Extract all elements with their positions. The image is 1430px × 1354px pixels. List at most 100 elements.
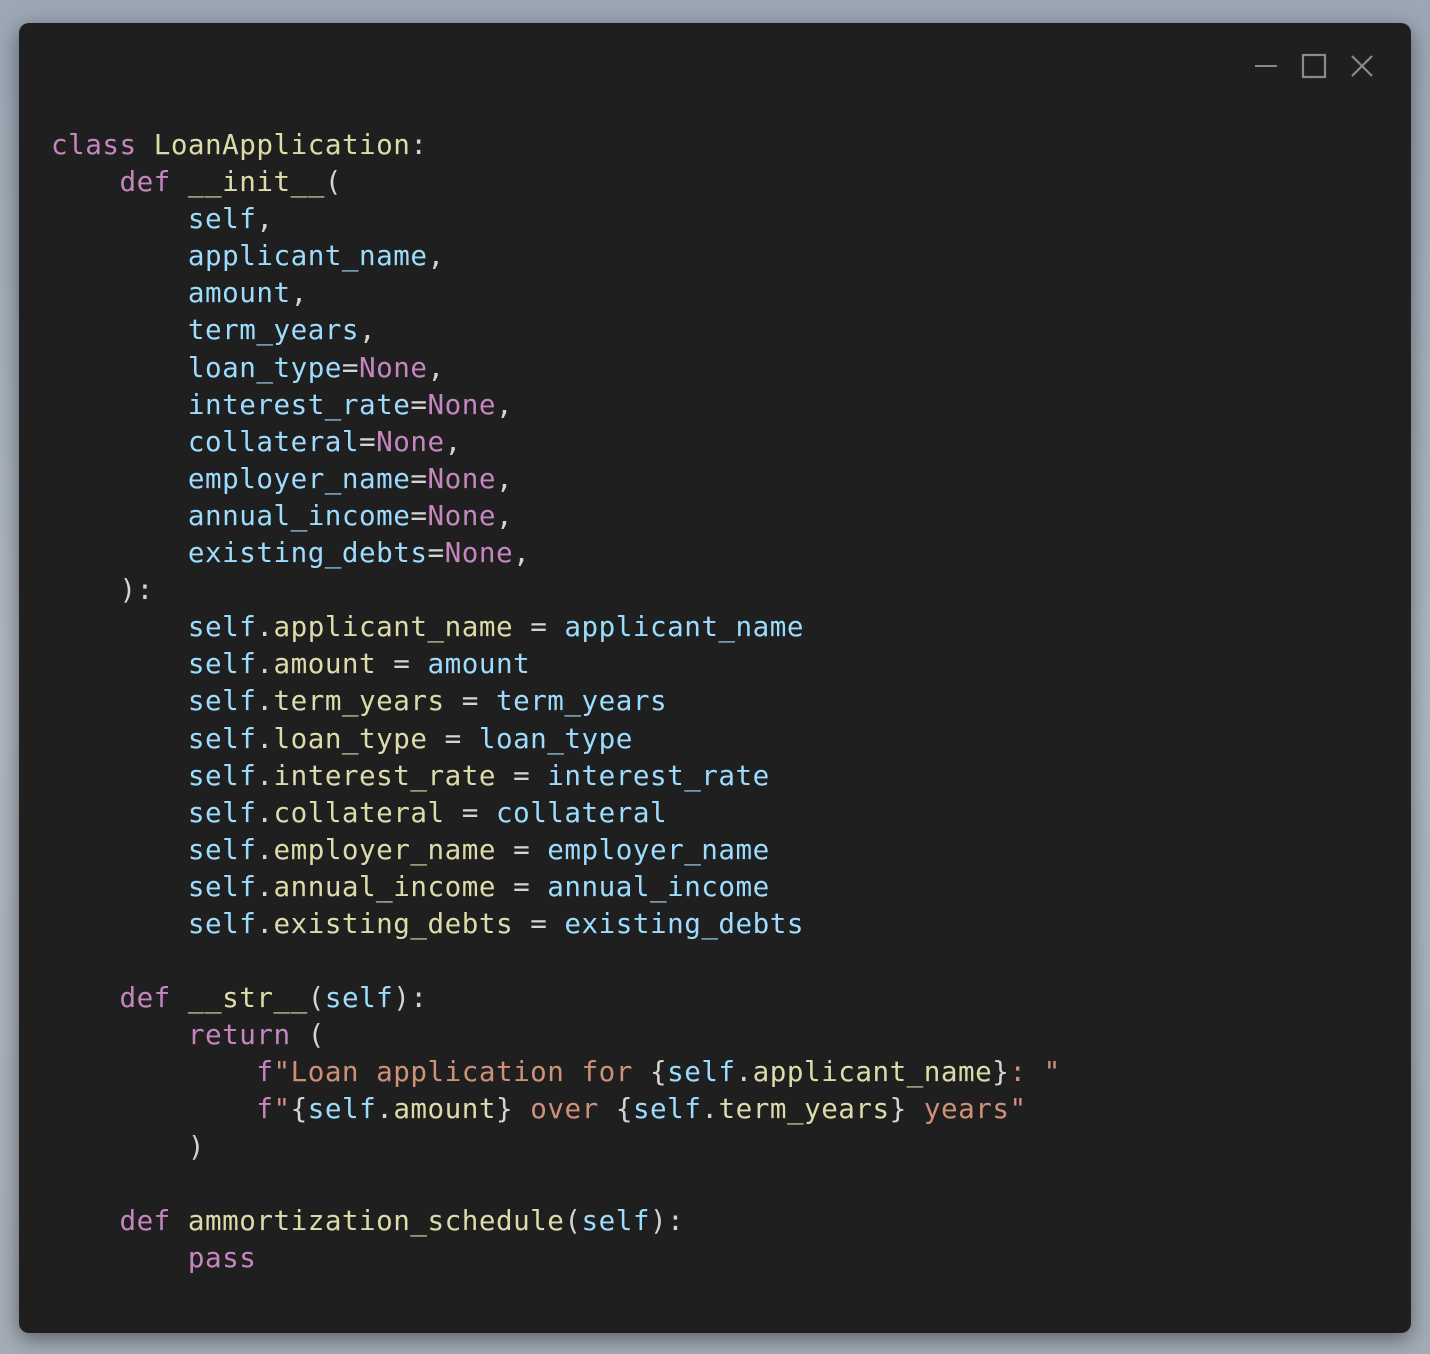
- code-token: return: [187, 1018, 291, 1052]
- code-token: :: [410, 128, 428, 161]
- code-line: def __str__(self):: [51, 979, 1061, 1016]
- code-token: ,: [495, 387, 514, 421]
- code-line: amount,: [51, 274, 1061, 311]
- code-token: .: [256, 795, 274, 829]
- code-token: ,: [427, 239, 445, 273]
- code-token: =: [359, 424, 377, 458]
- code-token: self: [307, 1092, 377, 1126]
- code-token: employer_name: [187, 461, 411, 495]
- code-token: (: [307, 981, 325, 1015]
- code-token: amount: [427, 647, 531, 681]
- code-token: self: [187, 795, 257, 829]
- code-token: ):: [393, 981, 428, 1015]
- code-token: annual_income: [547, 869, 770, 903]
- code-token: LoanApplication: [153, 128, 411, 161]
- code-token: interest_rate: [273, 758, 496, 792]
- code-token: existing_debts: [273, 906, 514, 940]
- code-token: f: [256, 1055, 274, 1089]
- code-line: interest_rate=None,: [51, 386, 1061, 423]
- code-token: self: [187, 647, 257, 681]
- code-token: ,: [495, 461, 514, 495]
- close-icon[interactable]: [1349, 53, 1375, 79]
- code-token: {: [290, 1092, 308, 1126]
- code-token: =: [410, 461, 428, 495]
- code-token: =: [444, 684, 496, 718]
- code-token: self: [187, 610, 257, 644]
- maximize-icon[interactable]: [1301, 53, 1327, 79]
- code-line: self.amount = amount: [51, 645, 1061, 682]
- code-token: =: [427, 536, 445, 570]
- code-token: =: [513, 906, 565, 940]
- code-token: annual_income: [187, 498, 411, 532]
- code-token: ):: [51, 573, 154, 607]
- code-token: existing_debts: [187, 536, 428, 570]
- code-token: amount: [273, 647, 377, 681]
- code-line: ):: [51, 571, 1061, 608]
- code-block[interactable]: class LoanApplication: def __init__( sel…: [51, 126, 1061, 1276]
- code-line: self.loan_type = loan_type: [51, 720, 1061, 757]
- minimize-icon[interactable]: [1253, 53, 1279, 79]
- code-token: =: [376, 647, 428, 681]
- code-line: f"Loan application for {self.applicant_n…: [51, 1053, 1061, 1090]
- code-token: self: [581, 1203, 650, 1237]
- code-token: .: [256, 832, 274, 866]
- code-token: (: [290, 1018, 325, 1052]
- code-token: (: [324, 165, 342, 199]
- code-token: self: [187, 869, 257, 903]
- code-line: existing_debts=None,: [51, 534, 1061, 571]
- code-token: self: [667, 1055, 736, 1089]
- code-token: def: [119, 1203, 171, 1237]
- code-token: f: [256, 1092, 274, 1126]
- code-line: self.interest_rate = interest_rate: [51, 757, 1061, 794]
- code-token: __init__: [187, 165, 325, 199]
- code-line: [51, 1165, 1061, 1202]
- code-line: [51, 942, 1061, 979]
- code-line: term_years,: [51, 311, 1061, 348]
- code-token: class: [51, 128, 137, 161]
- code-token: =: [444, 795, 496, 829]
- code-token: .: [735, 1055, 753, 1089]
- code-line: annual_income=None,: [51, 497, 1061, 534]
- code-token: self: [187, 832, 257, 866]
- code-token: self: [187, 906, 257, 940]
- code-token: =: [427, 721, 479, 755]
- code-token: None: [427, 461, 496, 495]
- code-line: f"{self.amount} over {self.term_years} y…: [51, 1090, 1061, 1127]
- code-line: collateral=None,: [51, 423, 1061, 460]
- code-token: ,: [513, 536, 531, 570]
- window-controls: [1231, 53, 1375, 79]
- code-token: ): [51, 1129, 206, 1163]
- code-token: None: [376, 424, 445, 458]
- code-token: None: [427, 387, 496, 421]
- code-token: __str__: [187, 981, 308, 1015]
- code-token: {: [615, 1092, 633, 1126]
- code-token: interest_rate: [187, 387, 411, 421]
- code-token: .: [256, 684, 274, 718]
- code-token: loan_type: [187, 350, 342, 384]
- code-token: =: [495, 832, 548, 866]
- code-token: years": [906, 1092, 1027, 1126]
- code-line: self.existing_debts = existing_debts: [51, 905, 1061, 942]
- code-line: ): [51, 1128, 1061, 1165]
- code-token: collateral: [495, 795, 668, 829]
- code-token: annual_income: [273, 869, 496, 903]
- code-token: None: [359, 350, 428, 384]
- code-token: self: [187, 684, 257, 718]
- code-token: ,: [256, 202, 274, 236]
